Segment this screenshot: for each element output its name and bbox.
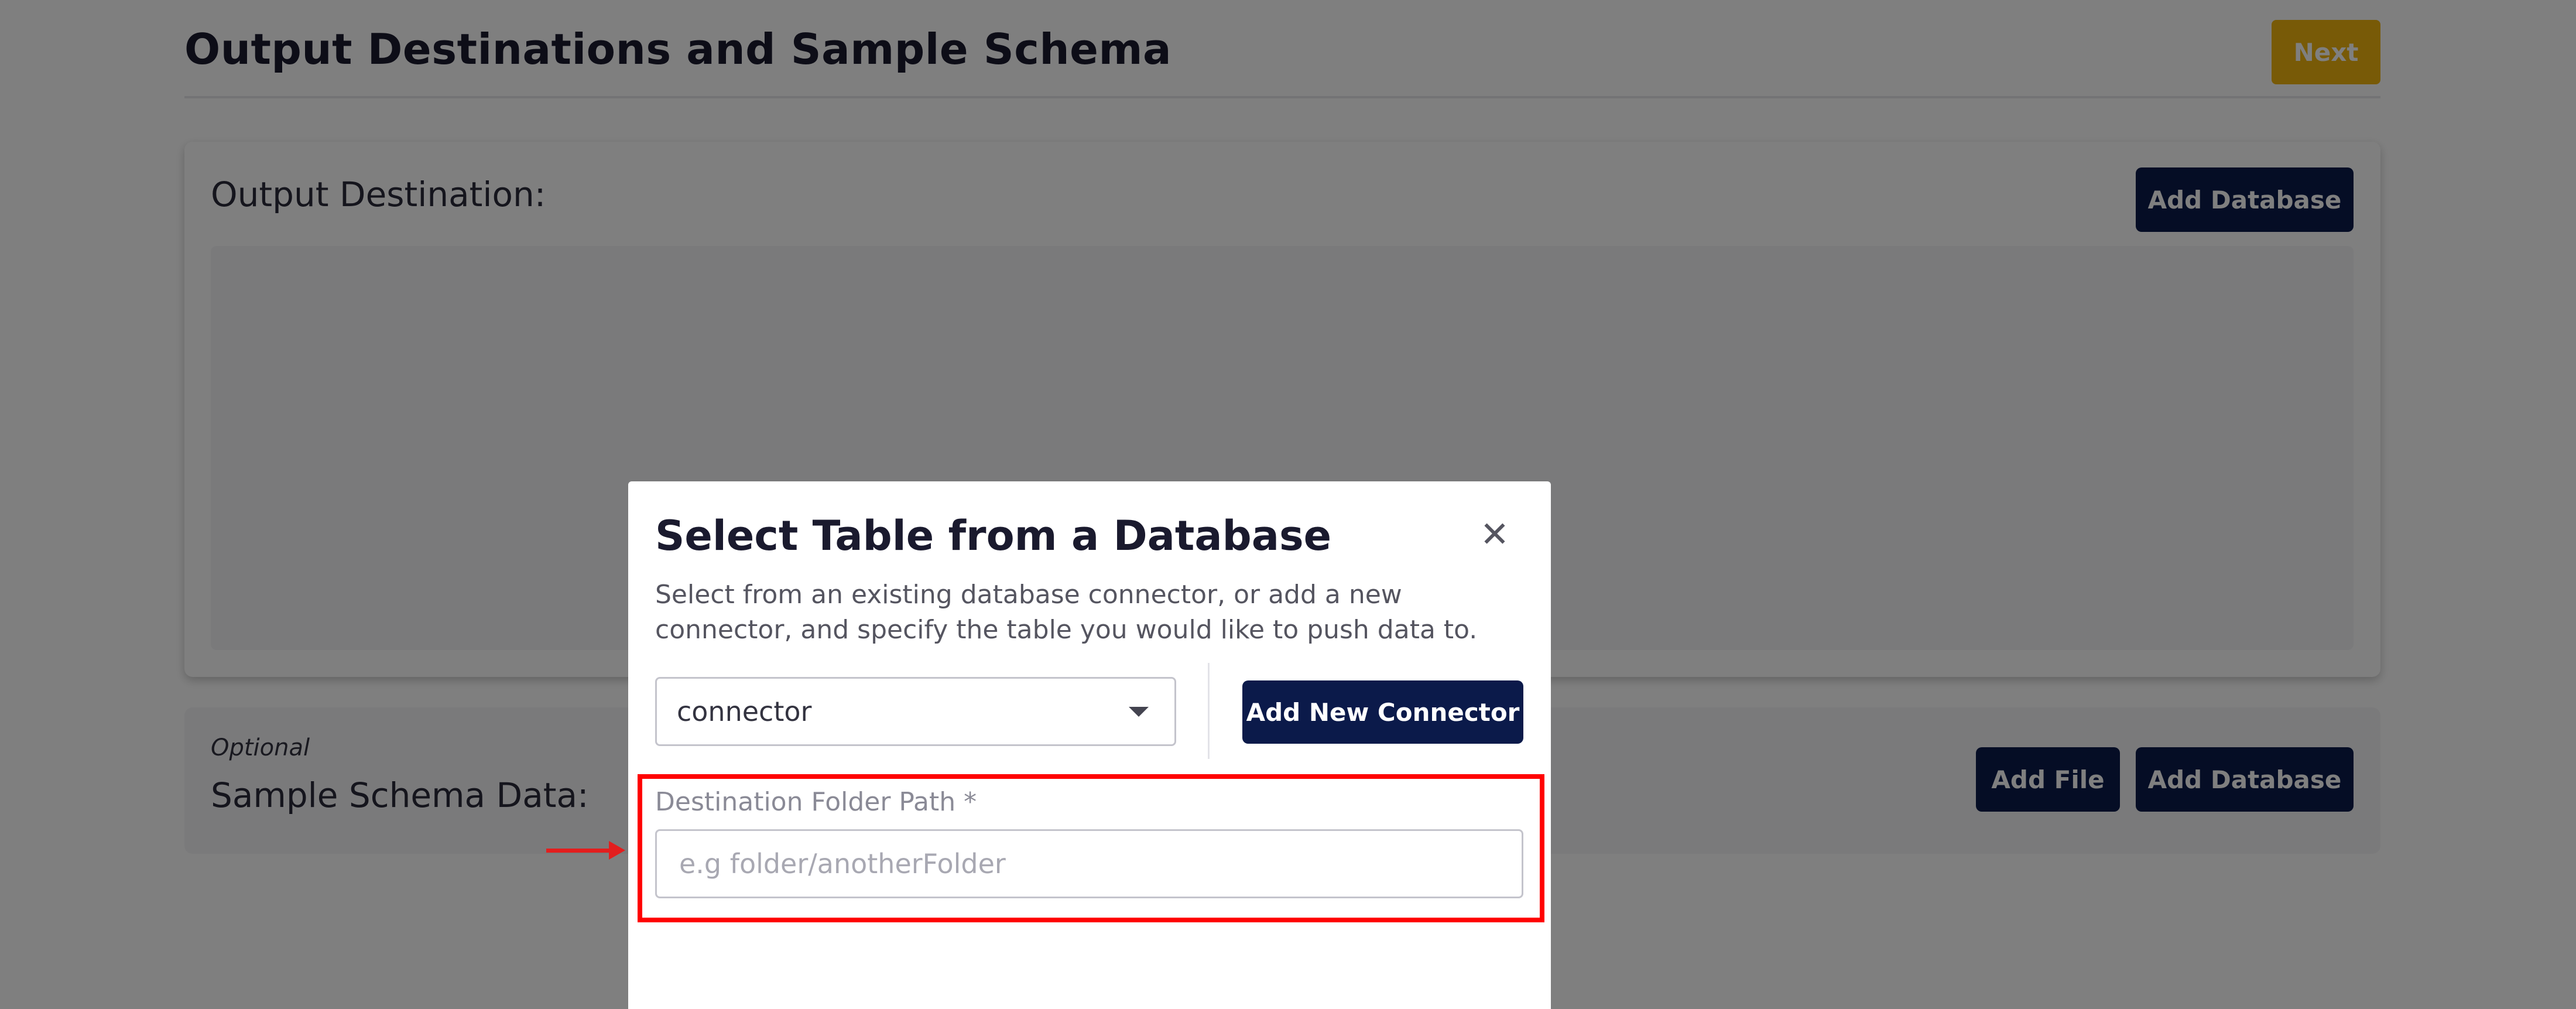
connector-select[interactable]: connector bbox=[655, 677, 1176, 746]
annotation-highlight-box bbox=[638, 774, 1544, 922]
modal-description: Select from an existing database connect… bbox=[655, 580, 1478, 645]
add-new-connector-button[interactable]: Add New Connector bbox=[1242, 680, 1523, 744]
close-icon[interactable]: ✕ bbox=[1475, 515, 1514, 554]
select-table-modal: Select Table from a Database ✕ Select fr… bbox=[628, 481, 1551, 1009]
connector-select-value: connector bbox=[677, 696, 812, 727]
chevron-down-icon bbox=[1129, 707, 1149, 717]
annotation-arrow-head bbox=[609, 841, 625, 860]
vertical-divider bbox=[1208, 663, 1210, 759]
annotation-arrow bbox=[546, 849, 612, 853]
modal-title: Select Table from a Database bbox=[655, 512, 1332, 560]
